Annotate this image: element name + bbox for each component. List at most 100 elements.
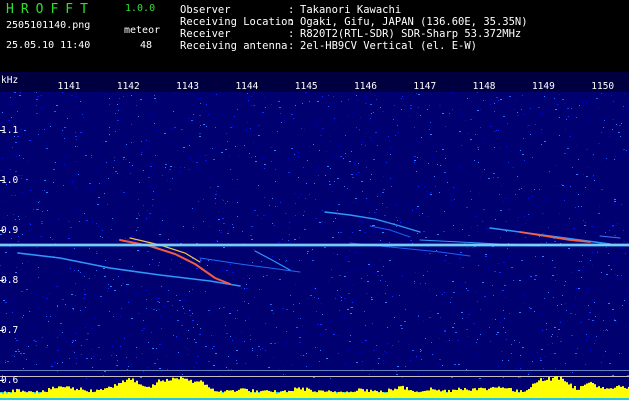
noise-speck xyxy=(367,347,368,348)
noise-speck xyxy=(370,204,371,205)
noise-speck xyxy=(598,184,599,185)
noise-speck xyxy=(19,219,20,220)
noise-speck xyxy=(73,309,74,310)
noise-speck xyxy=(313,144,314,145)
activity-bar xyxy=(562,378,564,398)
noise-speck xyxy=(255,156,256,157)
noise-speck xyxy=(522,303,524,304)
activity-bar xyxy=(370,389,372,398)
noise-speck xyxy=(605,351,606,352)
noise-speck xyxy=(315,312,316,313)
noise-speck xyxy=(497,313,498,314)
noise-speck xyxy=(223,212,225,213)
noise-speck xyxy=(564,186,565,187)
noise-speck xyxy=(385,293,386,294)
activity-bar xyxy=(146,386,148,398)
noise-speck xyxy=(57,350,59,351)
noise-speck xyxy=(539,189,540,190)
noise-speck xyxy=(507,372,508,373)
noise-speck xyxy=(226,367,227,368)
noise-speck xyxy=(475,291,476,292)
noise-speck xyxy=(554,241,555,242)
noise-speck xyxy=(347,272,348,273)
noise-speck xyxy=(332,191,333,192)
noise-speck xyxy=(57,305,58,306)
noise-speck xyxy=(216,240,218,241)
noise-speck xyxy=(505,198,506,199)
activity-bar xyxy=(210,388,212,398)
noise-speck xyxy=(388,343,389,344)
noise-speck xyxy=(366,167,367,168)
noise-speck xyxy=(26,359,27,360)
noise-speck xyxy=(119,129,120,130)
noise-speck xyxy=(203,323,204,324)
noise-speck xyxy=(618,234,619,235)
activity-bar xyxy=(474,388,476,398)
activity-bar xyxy=(450,392,452,398)
noise-speck xyxy=(84,276,85,277)
noise-speck xyxy=(159,302,160,303)
noise-speck xyxy=(547,140,549,141)
noise-speck xyxy=(310,151,311,152)
noise-speck xyxy=(91,219,92,220)
activity-bar xyxy=(156,382,158,398)
activity-bar xyxy=(12,389,14,398)
noise-speck xyxy=(521,109,522,110)
noise-speck xyxy=(417,157,418,158)
activity-bar xyxy=(480,387,482,398)
noise-speck xyxy=(143,371,144,372)
noise-speck xyxy=(241,332,242,333)
noise-speck xyxy=(316,170,317,171)
noise-speck xyxy=(232,292,233,293)
noise-speck xyxy=(287,133,289,134)
noise-speck xyxy=(497,334,498,335)
activity-bar xyxy=(204,384,206,398)
noise-speck xyxy=(601,132,602,133)
noise-speck xyxy=(113,167,114,168)
noise-speck xyxy=(555,368,556,369)
noise-speck xyxy=(244,145,245,146)
noise-speck xyxy=(326,151,327,152)
noise-speck xyxy=(309,146,310,147)
noise-speck xyxy=(159,262,160,263)
noise-speck xyxy=(151,234,152,235)
noise-speck xyxy=(378,225,380,226)
noise-speck xyxy=(183,226,184,227)
noise-speck xyxy=(275,169,276,170)
noise-speck xyxy=(304,211,305,212)
noise-speck xyxy=(157,308,158,309)
noise-speck xyxy=(439,105,441,106)
noise-speck xyxy=(169,169,171,170)
noise-speck xyxy=(45,287,46,288)
noise-speck xyxy=(608,145,609,146)
noise-speck xyxy=(258,135,260,136)
noise-speck xyxy=(608,253,609,254)
noise-speck xyxy=(316,124,317,125)
noise-speck xyxy=(109,311,110,312)
noise-speck xyxy=(529,307,530,308)
noise-speck xyxy=(95,126,96,127)
noise-speck xyxy=(488,268,489,269)
noise-speck xyxy=(376,345,377,346)
noise-speck xyxy=(288,158,289,159)
noise-speck xyxy=(345,183,347,184)
noise-speck xyxy=(417,233,418,234)
noise-speck xyxy=(460,379,461,380)
noise-speck xyxy=(246,284,247,285)
noise-speck xyxy=(612,309,614,310)
noise-speck xyxy=(434,144,435,145)
y-tick-label: 1.0 xyxy=(1,175,18,186)
noise-speck xyxy=(520,150,521,151)
noise-speck xyxy=(237,310,238,311)
activity-bar xyxy=(358,388,360,398)
noise-speck xyxy=(213,159,215,160)
noise-speck xyxy=(375,256,376,257)
noise-speck xyxy=(75,132,76,133)
noise-speck xyxy=(612,375,614,376)
noise-speck xyxy=(454,364,456,365)
noise-speck xyxy=(315,218,317,219)
noise-speck xyxy=(192,161,194,162)
noise-speck xyxy=(225,149,227,150)
noise-speck xyxy=(44,296,45,297)
noise-speck xyxy=(149,264,150,265)
